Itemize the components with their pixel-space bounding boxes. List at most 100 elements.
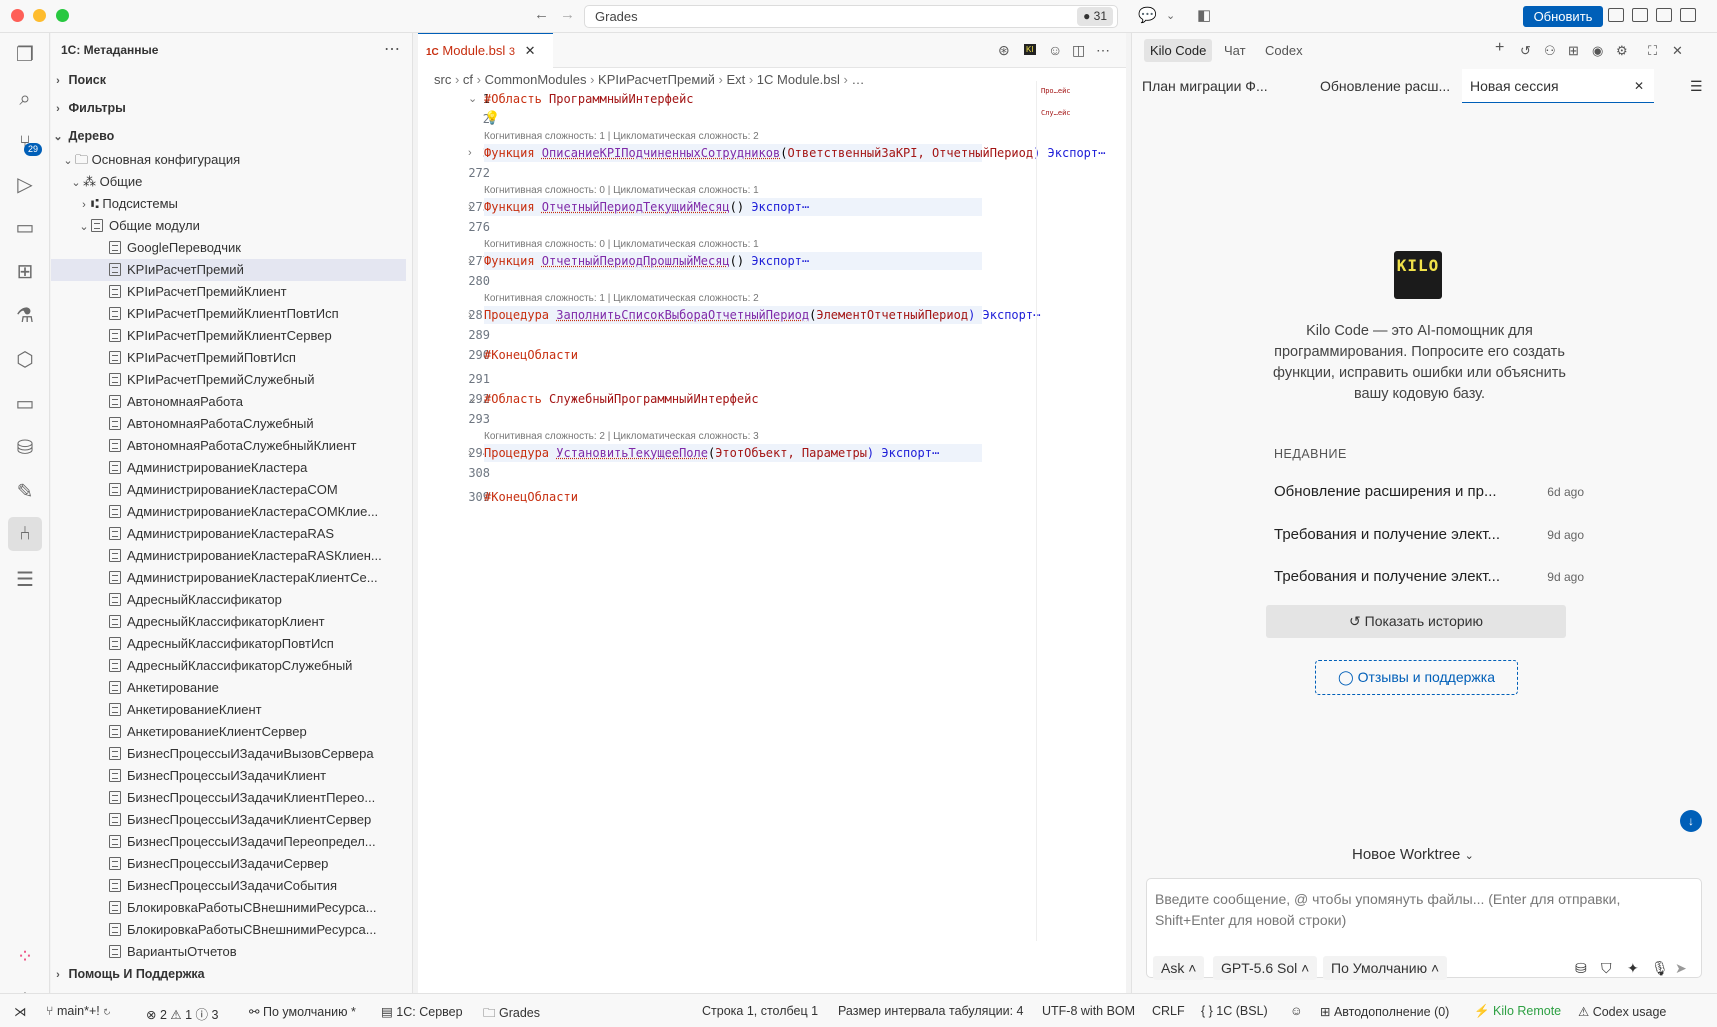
module-item[interactable]: АвтономнаяРабота <box>51 391 406 413</box>
chat-icon[interactable]: 💬 <box>1138 6 1157 24</box>
marketplace-icon[interactable]: ⊞ <box>1568 43 1579 59</box>
recent-session[interactable]: Обновление расширения и пр... 6d ago <box>1274 483 1584 500</box>
tab-chat[interactable]: Чат <box>1224 43 1246 58</box>
problems-count-badge[interactable]: ● 31 <box>1077 7 1113 26</box>
module-item[interactable]: АдресныйКлассификаторКлиент <box>51 611 406 633</box>
breadcrumb-item[interactable]: src <box>434 72 451 87</box>
cube-icon[interactable]: ⬡ <box>13 348 37 372</box>
tree-common-modules[interactable]: ⌄ Общие модули <box>51 215 406 237</box>
folder-icon[interactable]: ▭ <box>13 392 37 416</box>
minimap[interactable]: Про…ейс Слу…ейс <box>1036 81 1116 941</box>
encoding[interactable]: UTF-8 with BOM <box>1042 1004 1135 1018</box>
fold-chevron-icon[interactable]: › <box>468 198 472 216</box>
module-item[interactable]: Анкетирование <box>51 677 406 699</box>
send-icon[interactable]: ➤ <box>1667 956 1695 980</box>
kilo-remote-status[interactable]: ⚡ Kilo Remote <box>1474 1004 1561 1019</box>
close-panel-icon[interactable]: ✕ <box>1672 43 1683 59</box>
mode-select[interactable]: Ask ˄ <box>1153 956 1205 980</box>
add-icon[interactable]: + <box>1495 39 1504 57</box>
profile-select[interactable]: По Умолчанию ˄ <box>1323 956 1448 980</box>
language-mode[interactable]: { } 1С (BSL) <box>1201 1004 1268 1018</box>
tree-subsystems[interactable]: › ⑆ Подсистемы <box>51 193 406 215</box>
code-line[interactable]: #КонецОбласти <box>484 488 578 506</box>
module-item[interactable]: KPIиРасчетПремийКлиентПовтИсп <box>51 303 406 325</box>
openai-icon[interactable]: ⊛ <box>998 42 1010 59</box>
session-tab-active[interactable]: Новая сессия ✕ <box>1462 69 1654 103</box>
minimize-window-button[interactable] <box>33 9 46 22</box>
breadcrumb-item[interactable]: KPIиРасчетПремий <box>598 72 715 87</box>
back-arrow-icon[interactable]: ← <box>534 6 549 23</box>
module-item[interactable]: АдминистрированиеКластера <box>51 457 406 479</box>
fold-chevron-icon[interactable]: ⌄ <box>468 390 477 408</box>
close-window-button[interactable] <box>11 9 24 22</box>
toggle-panel-icon[interactable] <box>1656 8 1672 22</box>
profile-status[interactable]: ⚯ По умолчанию * <box>249 1004 356 1019</box>
module-item[interactable]: АдминистрированиеКластераCOM <box>51 479 406 501</box>
settings-icon[interactable]: ⚙ <box>1616 43 1628 59</box>
account-icon[interactable]: ☺ <box>1048 42 1062 58</box>
kilo-icon[interactable]: ⁘ <box>13 945 37 969</box>
testing-icon[interactable]: ⚗ <box>13 304 37 328</box>
profile-icon[interactable]: ◉ <box>1592 43 1603 59</box>
recent-session[interactable]: Требования и получение элект... 9d ago <box>1274 526 1584 543</box>
module-item[interactable]: АдминистрированиеКластераRASКлиен... <box>51 545 406 567</box>
show-history-button[interactable]: ↺ Показать историю <box>1266 605 1566 638</box>
fold-chevron-icon[interactable]: › <box>468 444 472 462</box>
section-search[interactable]: › Поиск <box>51 73 106 87</box>
breadcrumb-item[interactable]: CommonModules <box>485 72 587 87</box>
scroll-down-icon[interactable]: ↓ <box>1680 810 1702 832</box>
complexity-hint[interactable]: Когнитивная сложность: 1 | Цикломатическ… <box>484 130 759 144</box>
layout-grid-icon[interactable] <box>1632 8 1648 22</box>
module-item[interactable]: KPIиРасчетПремийКлиентСервер <box>51 325 406 347</box>
recent-session[interactable]: Требования и получение элект... 9d ago <box>1274 568 1584 585</box>
module-item[interactable]: БизнесПроцессыИЗадачиСобытия <box>51 875 406 897</box>
codex-usage-status[interactable]: ⚠ Codex usage <box>1578 1004 1666 1019</box>
breadcrumb-item[interactable]: … <box>851 72 864 87</box>
maximize-window-button[interactable] <box>56 9 69 22</box>
close-tab-icon[interactable]: ✕ <box>525 43 536 58</box>
session-tab[interactable]: Обновление расш... <box>1320 69 1450 103</box>
fold-chevron-icon[interactable]: › <box>468 252 472 270</box>
module-item[interactable]: БизнесПроцессыИЗадачиПереопредел... <box>51 831 406 853</box>
problems-status[interactable]: ⊗ 2 ⚠ 1 ⓘ 3 <box>146 1004 218 1023</box>
fold-chevron-icon[interactable]: ⌄ <box>468 90 477 108</box>
toggle-sidebar-icon[interactable] <box>1608 8 1624 22</box>
tab-module-bsl[interactable]: 1С Module.bsl 3 ✕ <box>418 33 553 68</box>
tree-general[interactable]: ⌄ ⁂ Общие <box>51 171 406 193</box>
complexity-hint[interactable]: Когнитивная сложность: 2 | Цикломатическ… <box>484 430 759 444</box>
module-item[interactable]: БизнесПроцессыИЗадачиКлиент <box>51 765 406 787</box>
tab-codex[interactable]: Codex <box>1265 43 1303 58</box>
breadcrumb-item[interactable]: 1С Module.bsl <box>757 72 840 87</box>
module-item[interactable]: KPIиРасчетПремийПовтИсп <box>51 347 406 369</box>
remote-icon[interactable]: ▭ <box>13 216 37 240</box>
module-item[interactable]: БизнесПроцессыИЗадачиКлиентСервер <box>51 809 406 831</box>
fold-chevron-icon[interactable]: › <box>468 306 472 324</box>
module-item[interactable]: АвтономнаяРаботаСлужебный <box>51 413 406 435</box>
copilot-icon[interactable]: ◧ <box>1197 6 1211 24</box>
context-icon[interactable]: ⛁ <box>1567 956 1595 980</box>
module-item[interactable]: АдминистрированиеКластераRAS <box>51 523 406 545</box>
line-endings[interactable]: CRLF <box>1152 1004 1185 1018</box>
tab-size[interactable]: Размер интервала табуляции: 4 <box>838 1004 1023 1018</box>
breadcrumb-item[interactable]: Ext <box>726 72 745 87</box>
section-help[interactable]: › Помощь И Поддержка <box>51 967 204 981</box>
code-line[interactable]: Функция ОтчетныйПериодПрошлыйМесяц() Экс… <box>484 252 982 270</box>
forward-arrow-icon[interactable]: → <box>560 6 575 23</box>
module-item[interactable]: АвтономнаяРаботаСлужебныйКлиент <box>51 435 406 457</box>
server-status[interactable]: ▤ 1С: Сервер <box>381 1004 463 1019</box>
module-item[interactable]: АдресныйКлассификаторСлужебный <box>51 655 406 677</box>
open-in-editor-icon[interactable]: ⛶ <box>1648 43 1657 59</box>
explorer-icon[interactable]: ❐ <box>13 43 37 67</box>
extensions-icon[interactable]: ⊞ <box>13 260 37 284</box>
module-item[interactable]: БизнесПроцессыИЗадачиСервер <box>51 853 406 875</box>
module-item[interactable]: АнкетированиеКлиент <box>51 699 406 721</box>
cursor-position[interactable]: Строка 1, столбец 1 <box>702 1004 818 1018</box>
list-icon[interactable]: ☰ <box>13 568 37 592</box>
module-item[interactable]: KPIиРасчетПремий <box>51 259 406 281</box>
module-item[interactable]: АнкетированиеКлиентСервер <box>51 721 406 743</box>
module-item[interactable]: БлокировкаРаботыСВнешнимиРесурса... <box>51 919 406 941</box>
chevron-down-icon[interactable]: ⌄ <box>1166 9 1175 22</box>
module-item[interactable]: GoogleПереводчик <box>51 237 406 259</box>
copilot-status-icon[interactable]: ☺ <box>1290 1004 1303 1018</box>
model-select[interactable]: GPT-5.6 Sol ˄ <box>1213 956 1318 980</box>
